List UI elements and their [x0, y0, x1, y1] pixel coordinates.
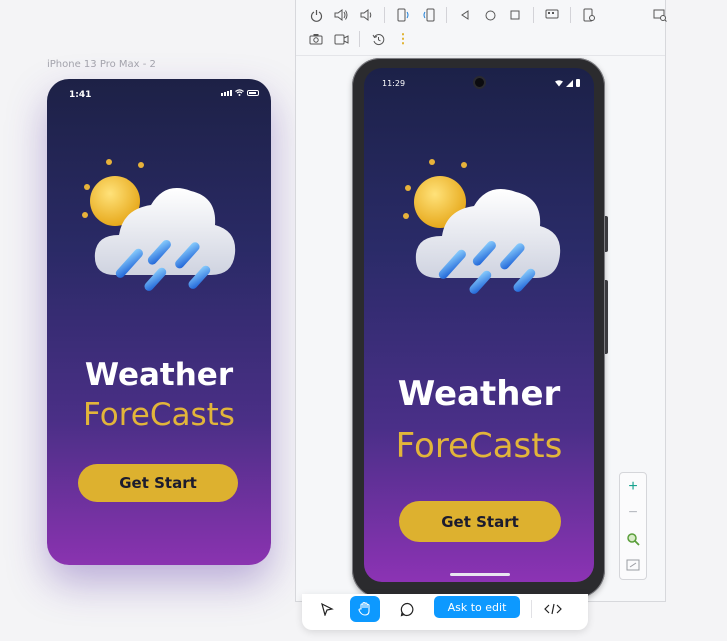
hand-icon[interactable] — [350, 596, 380, 622]
get-start-button[interactable]: Get Start — [78, 464, 238, 502]
battery-icon — [247, 89, 259, 96]
code-icon[interactable] — [538, 596, 568, 622]
home-indicator — [450, 573, 510, 576]
ask-to-edit-button[interactable]: Ask to edit — [434, 596, 520, 618]
rotate-right-icon[interactable] — [420, 7, 436, 23]
figma-phone-frame[interactable]: 1:41 Weather ForeCasts Get Start — [47, 79, 271, 565]
zoom-in-icon[interactable]: + — [621, 475, 645, 499]
signal-icon — [566, 79, 573, 87]
toolbar-separator — [446, 7, 447, 23]
power-icon[interactable] — [308, 7, 324, 23]
signal-icon — [221, 89, 232, 96]
get-start-button[interactable]: Get Start — [399, 501, 561, 542]
zoom-area-icon[interactable] — [621, 553, 645, 577]
frame-label[interactable]: iPhone 13 Pro Max - 2 — [47, 59, 156, 70]
camera-icon[interactable] — [308, 31, 324, 47]
volume-up-icon[interactable] — [333, 7, 349, 23]
design-bottom-toolbar: Ask to edit — [302, 594, 588, 630]
device-settings-icon[interactable] — [581, 7, 597, 23]
more-options-icon[interactable]: ⋮ — [395, 31, 411, 47]
history-icon[interactable] — [370, 31, 386, 47]
app-title: Weather — [397, 374, 561, 414]
weather-cloud-rain-sun-icon — [403, 159, 561, 294]
toolbar-separator — [359, 31, 360, 47]
rotate-left-icon[interactable] — [395, 7, 411, 23]
volume-side-button[interactable] — [605, 280, 608, 354]
front-camera — [473, 76, 486, 89]
home-icon[interactable] — [482, 7, 498, 23]
comment-icon[interactable] — [392, 596, 422, 622]
back-icon[interactable] — [457, 7, 473, 23]
battery-icon — [576, 79, 580, 87]
zoom-window-icon[interactable] — [652, 7, 668, 23]
weather-cloud-rain-sun-icon — [82, 159, 236, 291]
toolbar-divider — [296, 55, 665, 56]
app-subtitle: ForeCasts — [395, 426, 563, 466]
volume-down-icon[interactable] — [358, 7, 374, 23]
wifi-icon — [235, 89, 244, 96]
screenshot-settings-icon[interactable] — [544, 7, 560, 23]
emulator-toolbar-secondary: ⋮ — [308, 27, 420, 51]
zoom-out-icon[interactable]: − — [621, 501, 645, 525]
status-time: 1:41 — [69, 90, 92, 100]
status-icons — [555, 79, 580, 87]
pointer-icon[interactable] — [312, 596, 342, 622]
toolbar-separator — [570, 7, 571, 23]
overview-icon[interactable] — [507, 7, 523, 23]
zoom-fit-icon[interactable] — [621, 527, 645, 551]
video-record-icon[interactable] — [333, 31, 349, 47]
toolbar-separator — [533, 7, 534, 23]
emulator-screen[interactable]: 11:29 Weather ForeCasts Get Start — [364, 68, 594, 582]
wifi-icon — [555, 79, 563, 86]
app-title: Weather — [84, 357, 234, 393]
emulator-toolbar-primary — [308, 3, 677, 27]
toolbar-separator — [531, 600, 532, 618]
status-time: 11:29 — [382, 79, 406, 88]
app-subtitle: ForeCasts — [83, 397, 235, 433]
power-side-button[interactable] — [605, 216, 608, 252]
zoom-controls: + − — [619, 472, 647, 580]
toolbar-separator — [384, 7, 385, 23]
status-icons — [221, 89, 259, 96]
